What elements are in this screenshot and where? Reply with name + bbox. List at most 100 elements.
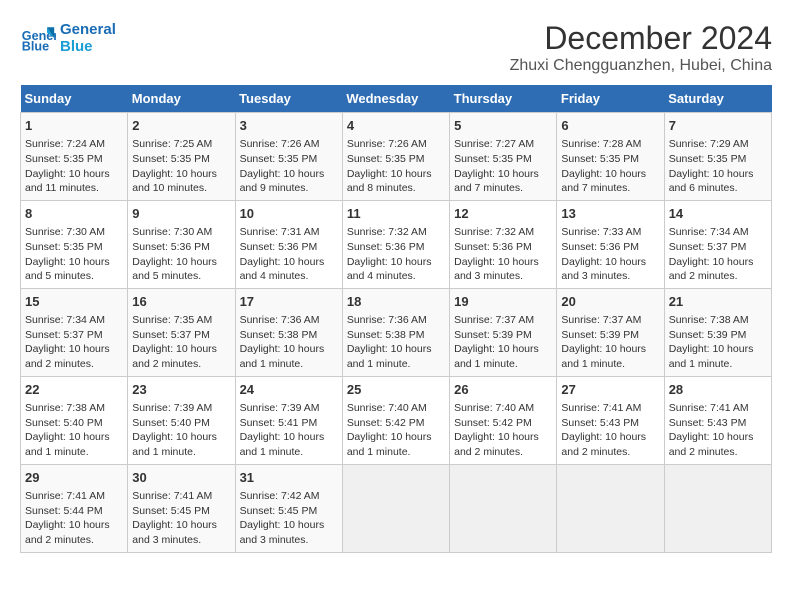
weekday-friday: Friday xyxy=(557,85,664,113)
calendar-cell: 25Sunrise: 7:40 AMSunset: 5:42 PMDayligh… xyxy=(342,376,449,464)
day-info: Sunrise: 7:34 AMSunset: 5:37 PMDaylight:… xyxy=(669,225,767,284)
day-info: Sunrise: 7:34 AMSunset: 5:37 PMDaylight:… xyxy=(25,313,123,372)
day-info: Sunrise: 7:26 AMSunset: 5:35 PMDaylight:… xyxy=(240,137,338,196)
weekday-header-row: SundayMondayTuesdayWednesdayThursdayFrid… xyxy=(21,85,772,113)
calendar-cell: 6 Sunrise: 7:28 AMSunset: 5:35 PMDaylight… xyxy=(557,113,664,201)
day-number: 23 xyxy=(132,381,230,399)
day-number: 27 xyxy=(561,381,659,399)
day-info: Sunrise: 7:30 AMSunset: 5:36 PMDaylight:… xyxy=(132,225,230,284)
day-number: 28 xyxy=(669,381,767,399)
calendar-cell: 12 Sunrise: 7:32 AMSunset: 5:36 PMDayligh… xyxy=(450,200,557,288)
calendar-cell: 8 Sunrise: 7:30 AMSunset: 5:35 PMDaylight… xyxy=(21,200,128,288)
day-number: 30 xyxy=(132,469,230,487)
day-number: 19 xyxy=(454,293,552,311)
calendar-cell: 22 Sunrise: 7:38 AMSunset: 5:40 PMDayligh… xyxy=(21,376,128,464)
day-number: 3 xyxy=(240,117,338,135)
day-info: Sunrise: 7:39 AMSunset: 5:41 PMDaylight:… xyxy=(240,401,338,460)
calendar-cell: 21 Sunrise: 7:38 AMSunset: 5:39 PMDayligh… xyxy=(664,288,771,376)
calendar-cell xyxy=(342,464,449,552)
day-number: 5 xyxy=(454,117,552,135)
day-info: Sunrise: 7:41 AMSunset: 5:44 PMDaylight:… xyxy=(25,489,123,548)
calendar-cell: 31Sunrise: 7:42 AMSunset: 5:45 PMDayligh… xyxy=(235,464,342,552)
day-info: Sunrise: 7:28 AMSunset: 5:35 PMDaylight:… xyxy=(561,137,659,196)
day-number: 10 xyxy=(240,205,338,223)
day-number: 6 xyxy=(561,117,659,135)
day-number: 1 xyxy=(25,117,123,135)
calendar-cell: 29 Sunrise: 7:41 AMSunset: 5:44 PMDayligh… xyxy=(21,464,128,552)
day-info: Sunrise: 7:41 AMSunset: 5:43 PMDaylight:… xyxy=(561,401,659,460)
day-info: Sunrise: 7:27 AMSunset: 5:35 PMDaylight:… xyxy=(454,137,552,196)
calendar-cell: 24Sunrise: 7:39 AMSunset: 5:41 PMDayligh… xyxy=(235,376,342,464)
calendar-cell: 18Sunrise: 7:36 AMSunset: 5:38 PMDayligh… xyxy=(342,288,449,376)
day-info: Sunrise: 7:29 AMSunset: 5:35 PMDaylight:… xyxy=(669,137,767,196)
logo-subtext: Blue xyxy=(60,38,116,55)
calendar-cell: 9Sunrise: 7:30 AMSunset: 5:36 PMDaylight… xyxy=(128,200,235,288)
weekday-saturday: Saturday xyxy=(664,85,771,113)
calendar-cell: 1 Sunrise: 7:24 AMSunset: 5:35 PMDaylight… xyxy=(21,113,128,201)
week-row-3: 15 Sunrise: 7:34 AMSunset: 5:37 PMDayligh… xyxy=(21,288,772,376)
calendar-cell: 13 Sunrise: 7:33 AMSunset: 5:36 PMDayligh… xyxy=(557,200,664,288)
week-row-5: 29 Sunrise: 7:41 AMSunset: 5:44 PMDayligh… xyxy=(21,464,772,552)
calendar-cell: 30 Sunrise: 7:41 AMSunset: 5:45 PMDayligh… xyxy=(128,464,235,552)
day-number: 4 xyxy=(347,117,445,135)
day-info: Sunrise: 7:35 AMSunset: 5:37 PMDaylight:… xyxy=(132,313,230,372)
calendar-cell: 10 Sunrise: 7:31 AMSunset: 5:36 PMDayligh… xyxy=(235,200,342,288)
day-number: 20 xyxy=(561,293,659,311)
calendar-cell: 16 Sunrise: 7:35 AMSunset: 5:37 PMDayligh… xyxy=(128,288,235,376)
day-number: 11 xyxy=(347,205,445,223)
page-header: General Blue General Blue December 2024 … xyxy=(20,20,772,75)
day-number: 7 xyxy=(669,117,767,135)
calendar-cell: 27 Sunrise: 7:41 AMSunset: 5:43 PMDayligh… xyxy=(557,376,664,464)
calendar-cell: 19 Sunrise: 7:37 AMSunset: 5:39 PMDayligh… xyxy=(450,288,557,376)
day-number: 8 xyxy=(25,205,123,223)
calendar-cell: 11 Sunrise: 7:32 AMSunset: 5:36 PMDayligh… xyxy=(342,200,449,288)
weekday-monday: Monday xyxy=(128,85,235,113)
day-number: 16 xyxy=(132,293,230,311)
logo: General Blue General Blue xyxy=(20,20,116,56)
day-info: Sunrise: 7:37 AMSunset: 5:39 PMDaylight:… xyxy=(454,313,552,372)
calendar-cell: 20 Sunrise: 7:37 AMSunset: 5:39 PMDayligh… xyxy=(557,288,664,376)
day-info: Sunrise: 7:33 AMSunset: 5:36 PMDaylight:… xyxy=(561,225,659,284)
calendar-cell: 14 Sunrise: 7:34 AMSunset: 5:37 PMDayligh… xyxy=(664,200,771,288)
day-info: Sunrise: 7:37 AMSunset: 5:39 PMDaylight:… xyxy=(561,313,659,372)
title-block: December 2024 Zhuxi Chengguanzhen, Hubei… xyxy=(510,20,772,75)
svg-text:Blue: Blue xyxy=(22,40,49,54)
calendar-subtitle: Zhuxi Chengguanzhen, Hubei, China xyxy=(510,57,772,75)
day-number: 13 xyxy=(561,205,659,223)
weekday-sunday: Sunday xyxy=(21,85,128,113)
calendar-cell xyxy=(664,464,771,552)
day-number: 29 xyxy=(25,469,123,487)
day-info: Sunrise: 7:41 AMSunset: 5:45 PMDaylight:… xyxy=(132,489,230,548)
calendar-table: SundayMondayTuesdayWednesdayThursdayFrid… xyxy=(20,85,772,553)
day-info: Sunrise: 7:31 AMSunset: 5:36 PMDaylight:… xyxy=(240,225,338,284)
day-info: Sunrise: 7:32 AMSunset: 5:36 PMDaylight:… xyxy=(347,225,445,284)
calendar-cell: 3 Sunrise: 7:26 AMSunset: 5:35 PMDaylight… xyxy=(235,113,342,201)
day-number: 22 xyxy=(25,381,123,399)
day-info: Sunrise: 7:30 AMSunset: 5:35 PMDaylight:… xyxy=(25,225,123,284)
day-number: 26 xyxy=(454,381,552,399)
day-number: 2 xyxy=(132,117,230,135)
day-info: Sunrise: 7:24 AMSunset: 5:35 PMDaylight:… xyxy=(25,137,123,196)
day-info: Sunrise: 7:36 AMSunset: 5:38 PMDaylight:… xyxy=(240,313,338,372)
day-number: 31 xyxy=(240,469,338,487)
day-number: 12 xyxy=(454,205,552,223)
week-row-1: 1 Sunrise: 7:24 AMSunset: 5:35 PMDaylight… xyxy=(21,113,772,201)
day-info: Sunrise: 7:32 AMSunset: 5:36 PMDaylight:… xyxy=(454,225,552,284)
calendar-title: December 2024 xyxy=(510,20,772,57)
calendar-cell: 28Sunrise: 7:41 AMSunset: 5:43 PMDayligh… xyxy=(664,376,771,464)
day-info: Sunrise: 7:38 AMSunset: 5:39 PMDaylight:… xyxy=(669,313,767,372)
day-number: 25 xyxy=(347,381,445,399)
calendar-cell: 2Sunrise: 7:25 AMSunset: 5:35 PMDaylight… xyxy=(128,113,235,201)
logo-icon: General Blue xyxy=(20,20,56,56)
day-number: 21 xyxy=(669,293,767,311)
calendar-cell: 15 Sunrise: 7:34 AMSunset: 5:37 PMDayligh… xyxy=(21,288,128,376)
day-info: Sunrise: 7:38 AMSunset: 5:40 PMDaylight:… xyxy=(25,401,123,460)
weekday-tuesday: Tuesday xyxy=(235,85,342,113)
calendar-cell: 7 Sunrise: 7:29 AMSunset: 5:35 PMDaylight… xyxy=(664,113,771,201)
calendar-cell: 23 Sunrise: 7:39 AMSunset: 5:40 PMDayligh… xyxy=(128,376,235,464)
weekday-wednesday: Wednesday xyxy=(342,85,449,113)
day-info: Sunrise: 7:39 AMSunset: 5:40 PMDaylight:… xyxy=(132,401,230,460)
day-number: 14 xyxy=(669,205,767,223)
logo-text: General xyxy=(60,21,116,38)
day-number: 15 xyxy=(25,293,123,311)
